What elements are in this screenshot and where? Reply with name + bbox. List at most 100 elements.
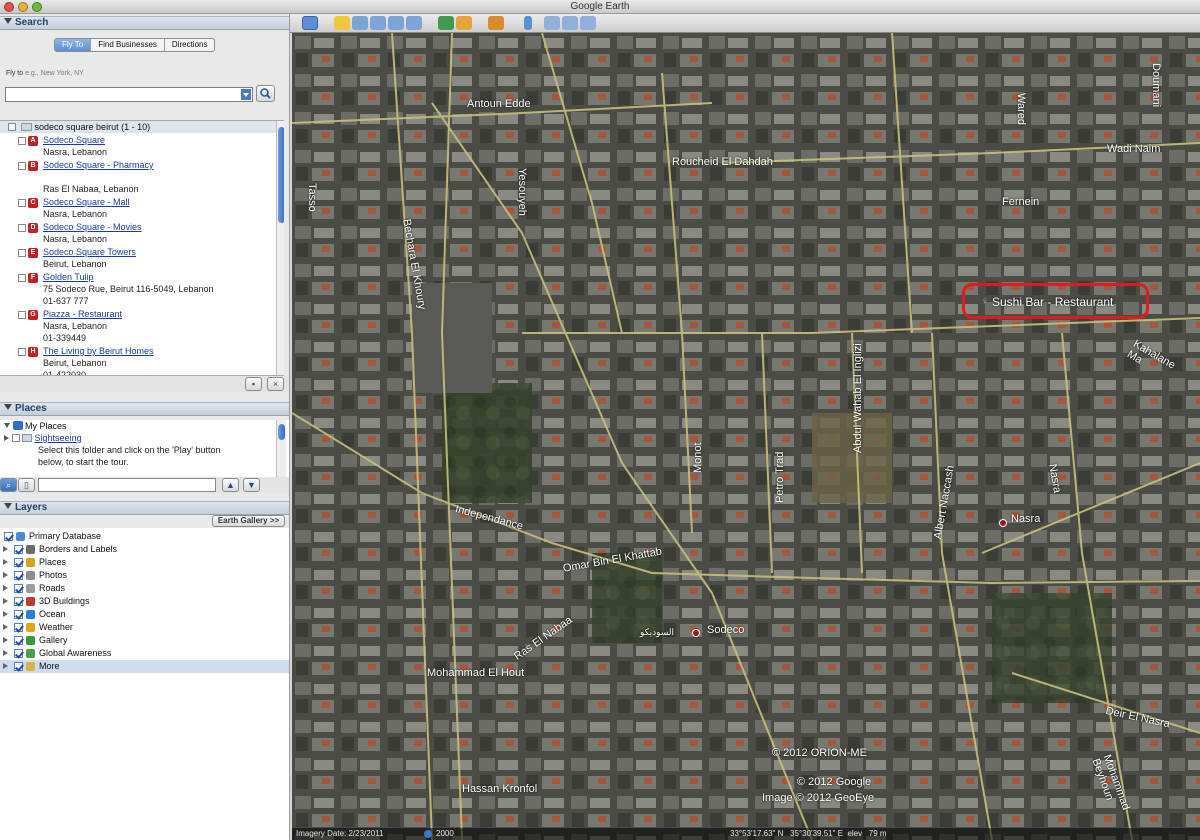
sightseeing-item[interactable]: Sightseeing	[4, 433, 82, 443]
expand-arrow-icon[interactable]	[3, 611, 8, 617]
expand-arrow-icon[interactable]	[3, 546, 8, 552]
result-checkbox[interactable]	[18, 311, 26, 319]
layer-checkbox[interactable]	[4, 532, 13, 541]
result-name-link[interactable]: The Living by Beirut Homes	[43, 346, 154, 357]
sightseeing-link[interactable]: Sightseeing	[35, 433, 82, 443]
place-label-nasra[interactable]: Nasra	[1011, 513, 1040, 525]
ruler-icon[interactable]	[524, 16, 532, 30]
move-down-button[interactable]: ▼	[243, 478, 260, 492]
result-name-link[interactable]: Golden Tulip	[43, 272, 94, 283]
result-name-link[interactable]: Sodeco Square - Mall	[43, 197, 130, 208]
panel-toggle-button[interactable]: ▯	[18, 478, 35, 492]
places-search-field[interactable]	[38, 478, 216, 492]
save-image-icon[interactable]	[580, 16, 596, 30]
search-result-b[interactable]: B Sodeco Square - Pharmacy Ras El Nabaa, L…	[18, 160, 268, 196]
satellite-imagery[interactable]	[292, 33, 1200, 840]
result-name-link[interactable]: Sodeco Square Towers	[43, 247, 136, 258]
historical-imagery-icon[interactable]	[438, 16, 454, 30]
expand-arrow-icon[interactable]	[3, 650, 8, 656]
layer-checkbox[interactable]	[14, 584, 23, 593]
tab-directions[interactable]: Directions	[165, 39, 215, 51]
search-result-c[interactable]: C Sodeco Square - Mall Nasra, Lebanon	[18, 197, 268, 221]
my-places-item[interactable]: My Places	[4, 421, 67, 431]
sunlight-icon[interactable]	[456, 16, 472, 30]
layer-primary-database[interactable]: Primary Database	[0, 530, 289, 543]
search-places-toggle[interactable]: ⌕	[0, 478, 17, 492]
sightseeing-checkbox[interactable]	[11, 434, 20, 442]
search-result-d[interactable]: D Sodeco Square - Movies Nasra, Lebanon	[18, 222, 268, 246]
record-tour-icon[interactable]	[406, 16, 422, 30]
planets-icon[interactable]	[488, 16, 504, 30]
layer-gallery[interactable]: Gallery	[0, 634, 289, 647]
layer-checkbox[interactable]	[14, 545, 23, 554]
layer-3d-buildings[interactable]: 3D Buildings	[0, 595, 289, 608]
result-checkbox[interactable]	[18, 199, 26, 207]
search-result-f[interactable]: F Golden Tulip 75 Sodeco Rue, Beirut 116-5…	[18, 272, 268, 308]
search-result-e[interactable]: E Sodeco Square Towers Beirut, Lebanon	[18, 247, 268, 271]
layer-checkbox[interactable]	[14, 649, 23, 658]
image-overlay-icon[interactable]	[388, 16, 404, 30]
layer-places[interactable]: Places	[0, 556, 289, 569]
email-icon[interactable]	[544, 16, 560, 30]
result-checkbox[interactable]	[18, 137, 26, 145]
layer-photos[interactable]: Photos	[0, 569, 289, 582]
sidebar-toggle-button[interactable]	[302, 16, 318, 30]
expand-arrow-icon[interactable]	[3, 585, 8, 591]
results-checkbox[interactable]	[8, 123, 16, 131]
results-scroll-thumb[interactable]	[278, 127, 284, 223]
sushi-bar-label[interactable]: Sushi Bar - Restaurant	[992, 295, 1113, 309]
tab-find-businesses[interactable]: Find Businesses	[91, 39, 165, 51]
earth-gallery-button[interactable]: Earth Gallery >>	[212, 515, 285, 527]
search-button[interactable]	[256, 85, 275, 102]
expand-arrow-icon[interactable]	[3, 624, 8, 630]
expand-arrow-icon[interactable]	[3, 559, 8, 565]
layer-checkbox[interactable]	[14, 610, 23, 619]
map-view[interactable]: Antoun Edde Roucheid El Dahdah Wadi Naim…	[292, 33, 1200, 840]
layer-roads[interactable]: Roads	[0, 582, 289, 595]
layer-checkbox[interactable]	[14, 623, 23, 632]
result-checkbox[interactable]	[18, 348, 26, 356]
layer-checkbox[interactable]	[14, 662, 23, 671]
move-up-button[interactable]: ▲	[222, 478, 239, 492]
layer-more[interactable]: More	[0, 660, 289, 673]
places-scroll-thumb[interactable]	[278, 424, 285, 440]
layer-checkbox[interactable]	[14, 636, 23, 645]
result-checkbox[interactable]	[18, 224, 26, 232]
layer-checkbox[interactable]	[14, 571, 23, 580]
layer-global-awareness[interactable]: Global Awareness	[0, 647, 289, 660]
places-panel-header[interactable]: Places	[0, 402, 289, 416]
layer-checkbox[interactable]	[14, 558, 23, 567]
layer-checkbox[interactable]	[14, 597, 23, 606]
layer-borders-and-labels[interactable]: Borders and Labels	[0, 543, 289, 556]
fly-to-history-dropdown[interactable]	[241, 89, 251, 100]
search-result-a[interactable]: A Sodeco Square Nasra, Lebanon	[18, 135, 268, 159]
search-panel-header[interactable]: Search	[0, 16, 289, 30]
result-name-link[interactable]: Sodeco Square - Pharmacy	[43, 160, 154, 171]
layer-weather[interactable]: Weather	[0, 621, 289, 634]
fly-to-input[interactable]	[5, 87, 253, 102]
save-results-button[interactable]: ▪	[245, 377, 262, 391]
tab-fly-to[interactable]: Fly To	[55, 39, 92, 51]
result-name-link[interactable]: Sodeco Square - Movies	[43, 222, 142, 233]
expand-arrow-icon[interactable]	[3, 663, 8, 669]
path-icon[interactable]	[370, 16, 386, 30]
nasra-pin-icon[interactable]	[999, 519, 1007, 527]
search-result-g[interactable]: G Piazza - Restaurant Nasra, Lebanon 01-339…	[18, 309, 268, 345]
result-name-link[interactable]: Piazza - Restaurant	[43, 309, 122, 320]
result-checkbox[interactable]	[18, 162, 26, 170]
expand-arrow-icon[interactable]	[3, 637, 8, 643]
search-result-h[interactable]: H The Living by Beirut Homes Beirut, Leban…	[18, 346, 268, 375]
print-icon[interactable]	[562, 16, 578, 30]
layer-ocean[interactable]: Ocean	[0, 608, 289, 621]
places-scrollbar[interactable]	[276, 420, 286, 482]
expand-arrow-icon[interactable]	[3, 572, 8, 578]
sodeco-pin-icon[interactable]	[692, 629, 700, 637]
result-checkbox[interactable]	[18, 274, 26, 282]
result-name-link[interactable]: Sodeco Square	[43, 135, 105, 146]
layers-panel-header[interactable]: Layers	[0, 501, 289, 515]
clear-results-button[interactable]: ×	[267, 377, 284, 391]
results-header[interactable]: sodeco square beirut (1 - 10)	[0, 121, 276, 133]
result-checkbox[interactable]	[18, 249, 26, 257]
placemark-icon[interactable]	[334, 16, 350, 30]
results-scrollbar[interactable]	[276, 121, 284, 375]
